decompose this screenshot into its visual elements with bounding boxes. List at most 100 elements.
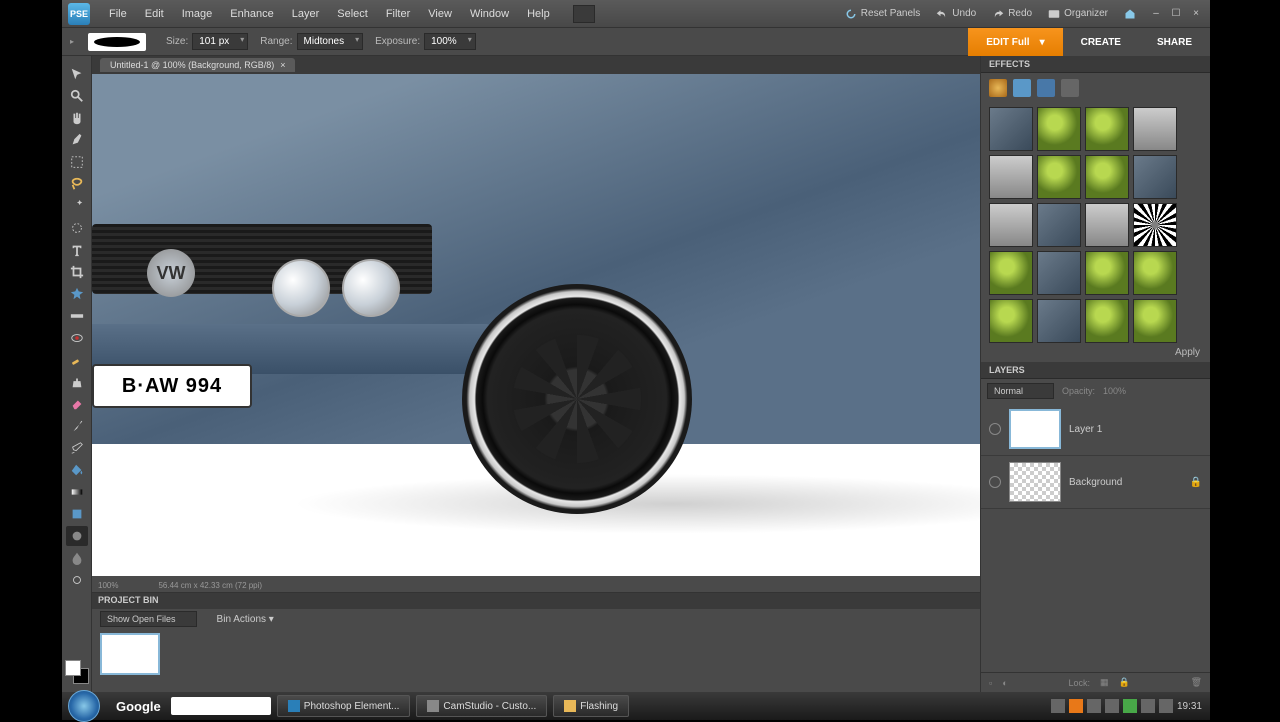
close-icon[interactable]: ×	[1188, 7, 1204, 21]
apply-button[interactable]: Apply	[981, 343, 1210, 362]
google-toolbar[interactable]: Google	[116, 699, 161, 714]
tray-icon[interactable]	[1159, 699, 1173, 713]
effect-thumb[interactable]	[1037, 155, 1081, 199]
taskbar-app[interactable]: Photoshop Element...	[277, 695, 411, 717]
crop-tool[interactable]	[66, 262, 88, 282]
effect-thumb[interactable]	[1133, 203, 1177, 247]
menu-filter[interactable]: Filter	[377, 4, 419, 24]
smart-brush-tool[interactable]	[66, 438, 88, 458]
lock-all-icon[interactable]: 🔒	[1119, 677, 1130, 688]
menu-window[interactable]: Window	[461, 4, 518, 24]
menu-help[interactable]: Help	[518, 4, 559, 24]
menu-edit[interactable]: Edit	[136, 4, 173, 24]
range-select[interactable]: Midtones	[297, 33, 364, 50]
arrange-docs-icon[interactable]	[573, 5, 595, 23]
zoom-level[interactable]: 100%	[98, 581, 118, 590]
bin-actions-menu[interactable]: Bin Actions ▾	[217, 614, 274, 625]
effect-thumb[interactable]	[1085, 155, 1129, 199]
create-button[interactable]: CREATE	[1063, 28, 1139, 56]
detail-smart-brush-tool[interactable]	[66, 570, 88, 590]
effect-thumb[interactable]	[1133, 299, 1177, 343]
paint-bucket-tool[interactable]	[66, 460, 88, 480]
zoom-tool[interactable]	[66, 86, 88, 106]
layer-row[interactable]: Background 🔒	[981, 456, 1210, 509]
lasso-tool[interactable]	[66, 174, 88, 194]
sponge-tool[interactable]	[66, 526, 88, 546]
effect-thumb[interactable]	[1037, 203, 1081, 247]
maximize-icon[interactable]: ☐	[1168, 7, 1184, 21]
edit-full-button[interactable]: EDIT Full▾	[968, 28, 1062, 56]
share-button[interactable]: SHARE	[1139, 28, 1210, 56]
menu-layer[interactable]: Layer	[283, 4, 329, 24]
all-category-icon[interactable]	[1061, 79, 1079, 97]
quick-selection-tool[interactable]	[66, 218, 88, 238]
shape-tool[interactable]	[66, 504, 88, 524]
tray-icon[interactable]	[1105, 699, 1119, 713]
undo-button[interactable]: Undo	[928, 5, 984, 23]
exposure-input[interactable]: 100%	[424, 33, 476, 50]
tool-preset-icon[interactable]: ▸	[70, 37, 80, 47]
tray-icon[interactable]	[1051, 699, 1065, 713]
canvas[interactable]: VW B·AW 994	[92, 74, 980, 576]
taskbar-app[interactable]: Flashing	[553, 695, 629, 717]
document-tab[interactable]: Untitled-1 @ 100% (Background, RGB/8) ×	[100, 58, 295, 72]
effect-thumb[interactable]	[989, 251, 1033, 295]
lock-transparent-icon[interactable]: ▦	[1100, 677, 1109, 688]
clone-stamp-tool[interactable]	[66, 372, 88, 392]
gradient-tool[interactable]	[66, 482, 88, 502]
effect-thumb[interactable]	[1085, 203, 1129, 247]
clock[interactable]: 19:31	[1177, 701, 1202, 712]
effect-thumb[interactable]	[1133, 251, 1177, 295]
bin-thumbnail[interactable]	[100, 633, 160, 675]
tray-icon[interactable]	[1087, 699, 1101, 713]
taskbar-app[interactable]: CamStudio - Custo...	[416, 695, 547, 717]
visibility-toggle-icon[interactable]	[989, 476, 1001, 488]
effect-thumb[interactable]	[1037, 299, 1081, 343]
layer-name[interactable]: Layer 1	[1069, 424, 1202, 435]
opacity-value[interactable]: 100%	[1103, 386, 1126, 396]
type-tool[interactable]	[66, 240, 88, 260]
organizer-button[interactable]: Organizer	[1040, 5, 1116, 23]
effect-thumb[interactable]	[1133, 107, 1177, 151]
effect-thumb[interactable]	[1037, 107, 1081, 151]
effect-thumb[interactable]	[989, 107, 1033, 151]
effect-thumb[interactable]	[989, 203, 1033, 247]
layer-name[interactable]: Background	[1069, 477, 1182, 488]
reset-panels-button[interactable]: Reset Panels	[837, 5, 928, 23]
start-button[interactable]	[68, 690, 100, 722]
effect-thumb[interactable]	[1085, 107, 1129, 151]
eyedropper-tool[interactable]	[66, 130, 88, 150]
menu-file[interactable]: File	[100, 4, 136, 24]
tray-icon[interactable]	[1123, 699, 1137, 713]
filters-category-icon[interactable]	[989, 79, 1007, 97]
effect-thumb[interactable]	[1085, 251, 1129, 295]
cookie-cutter-tool[interactable]	[66, 284, 88, 304]
layer-row[interactable]: Layer 1	[981, 403, 1210, 456]
new-layer-icon[interactable]: ▫	[989, 678, 992, 688]
blend-mode-select[interactable]: Normal	[987, 383, 1054, 399]
redo-button[interactable]: Redo	[984, 5, 1040, 23]
redeye-tool[interactable]	[66, 328, 88, 348]
magic-wand-tool[interactable]	[66, 196, 88, 216]
tray-icon[interactable]	[1069, 699, 1083, 713]
size-input[interactable]: 101 px	[192, 33, 248, 50]
layer-thumbnail[interactable]	[1009, 462, 1061, 502]
effect-thumb[interactable]	[989, 155, 1033, 199]
delete-layer-icon[interactable]: 🗑	[1191, 677, 1202, 688]
brush-preview[interactable]	[88, 33, 146, 51]
effect-thumb[interactable]	[1037, 251, 1081, 295]
minimize-icon[interactable]: –	[1148, 7, 1164, 21]
adjustment-layer-icon[interactable]: ◐	[1002, 678, 1007, 688]
move-tool[interactable]	[66, 64, 88, 84]
menu-view[interactable]: View	[419, 4, 461, 24]
healing-brush-tool[interactable]	[66, 350, 88, 370]
effect-thumb[interactable]	[989, 299, 1033, 343]
foreground-color[interactable]	[65, 660, 81, 676]
color-swatches[interactable]	[65, 660, 89, 684]
straighten-tool[interactable]	[66, 306, 88, 326]
home-icon[interactable]	[1116, 5, 1144, 23]
tab-close-icon[interactable]: ×	[280, 60, 285, 70]
visibility-toggle-icon[interactable]	[989, 423, 1001, 435]
blur-tool[interactable]	[66, 548, 88, 568]
photo-effects-category-icon[interactable]	[1037, 79, 1055, 97]
